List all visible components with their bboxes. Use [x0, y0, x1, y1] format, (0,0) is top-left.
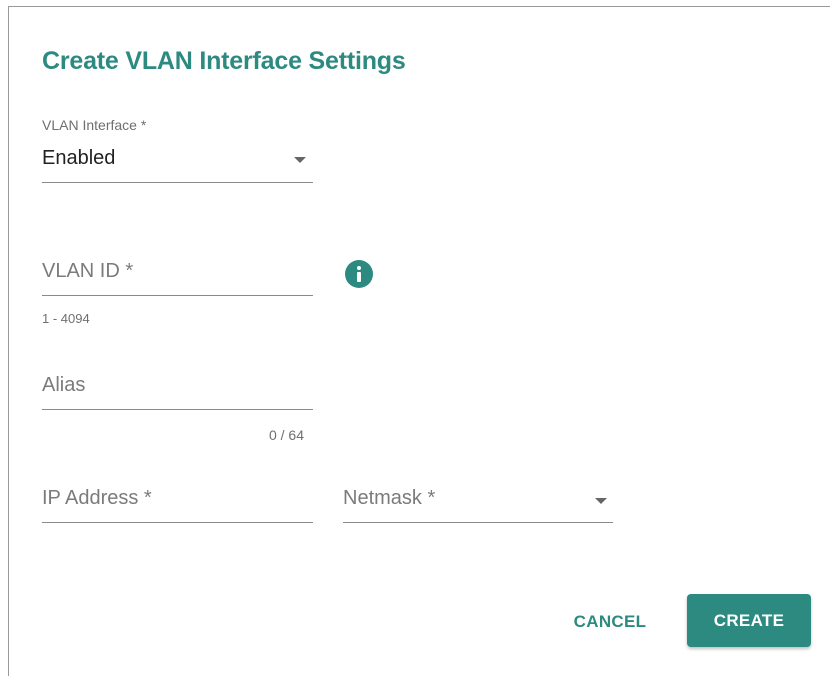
vlan-id-underline: [42, 295, 313, 296]
info-icon-dot: [357, 266, 361, 270]
vlan-id-input[interactable]: VLAN ID *: [42, 257, 313, 297]
alias-placeholder: Alias: [42, 374, 86, 396]
vlan-interface-label: VLAN Interface *: [42, 117, 147, 133]
alias-underline: [42, 409, 313, 410]
netmask-placeholder: Netmask *: [343, 487, 436, 509]
ip-address-input[interactable]: IP Address *: [42, 484, 313, 524]
alias-input[interactable]: Alias: [42, 371, 313, 411]
chevron-down-icon: [294, 157, 306, 163]
vlan-interface-underline: [42, 182, 313, 183]
create-button[interactable]: CREATE: [687, 594, 811, 647]
chevron-down-icon: [595, 498, 607, 504]
alias-char-counter: 0 / 64: [268, 427, 304, 443]
cancel-button[interactable]: CANCEL: [565, 596, 655, 648]
create-vlan-dialog: Create VLAN Interface Settings VLAN Inte…: [8, 6, 830, 676]
vlan-interface-value: Enabled: [42, 147, 116, 169]
info-icon[interactable]: [345, 260, 373, 288]
ip-address-underline: [42, 522, 313, 523]
dialog-title: Create VLAN Interface Settings: [42, 47, 406, 75]
netmask-underline: [343, 522, 613, 523]
info-icon-bar: [357, 272, 361, 282]
vlan-id-placeholder: VLAN ID *: [42, 260, 134, 282]
ip-address-placeholder: IP Address *: [42, 487, 152, 509]
netmask-select[interactable]: Netmask *: [343, 484, 613, 524]
vlan-id-hint: 1 - 4094: [42, 311, 90, 326]
vlan-interface-select[interactable]: VLAN Interface * Enabled: [42, 117, 313, 185]
